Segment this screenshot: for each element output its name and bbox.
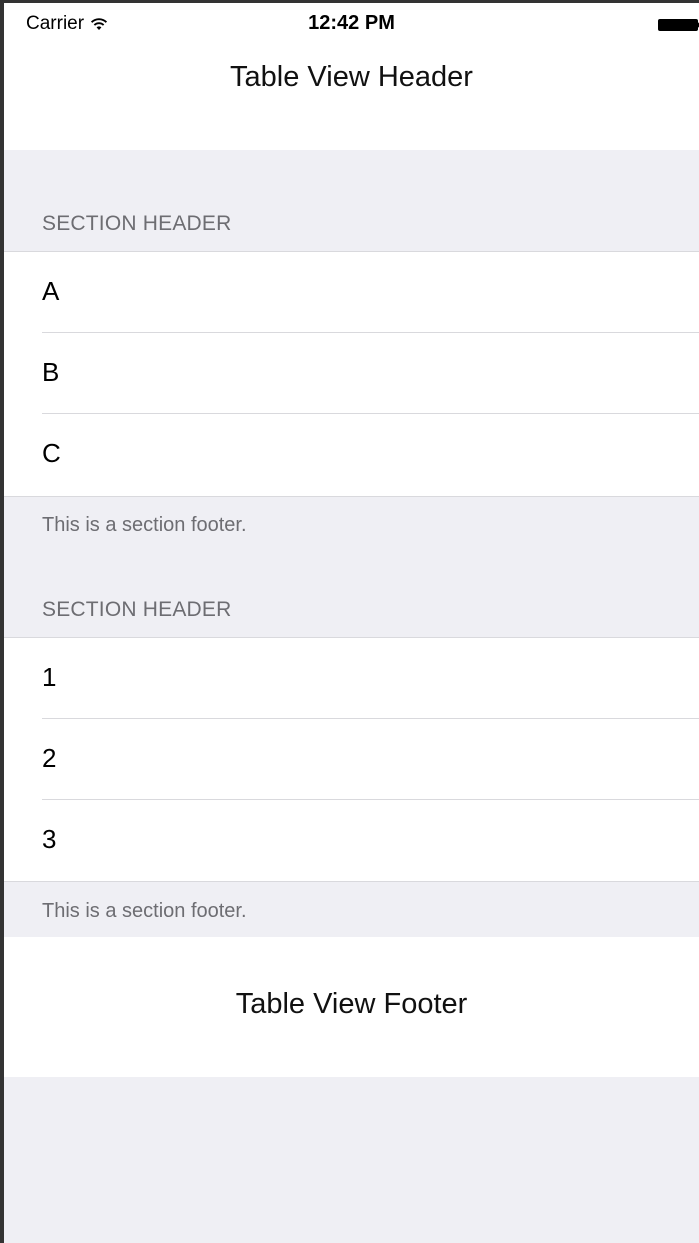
section-header: SECTION HEADER bbox=[42, 212, 232, 235]
row-label: C bbox=[42, 438, 61, 468]
status-time: 12:42 PM bbox=[308, 12, 395, 34]
section-group: 1 2 3 bbox=[4, 637, 699, 882]
table-view-footer: Table View Footer bbox=[4, 937, 699, 1077]
table-row[interactable]: B bbox=[4, 333, 699, 414]
section-footer: This is a section footer. bbox=[42, 900, 247, 922]
table-row[interactable]: 1 bbox=[4, 638, 699, 719]
table-view-screen: Carrier 12:42 PM Table View Header SECTI… bbox=[0, 0, 699, 1243]
table-header-title: Table View Header bbox=[230, 61, 473, 93]
row-label: A bbox=[42, 276, 60, 306]
section-footer: This is a section footer. bbox=[42, 514, 247, 536]
battery-icon bbox=[658, 19, 699, 31]
status-bar: Carrier 12:42 PM bbox=[4, 0, 699, 40]
row-label: 3 bbox=[42, 824, 57, 854]
table-row[interactable]: A bbox=[4, 252, 699, 333]
section-header: SECTION HEADER bbox=[42, 598, 232, 621]
table-view-header: Carrier 12:42 PM Table View Header bbox=[4, 0, 699, 150]
section-group: A B C bbox=[4, 251, 699, 497]
row-label: 1 bbox=[42, 662, 57, 692]
table-row[interactable]: C bbox=[4, 414, 699, 495]
table-footer-title: Table View Footer bbox=[235, 988, 468, 1020]
row-label: B bbox=[42, 357, 60, 387]
table-row[interactable]: 3 bbox=[4, 800, 699, 881]
row-label: 2 bbox=[42, 743, 57, 773]
table-row[interactable]: 2 bbox=[4, 719, 699, 800]
